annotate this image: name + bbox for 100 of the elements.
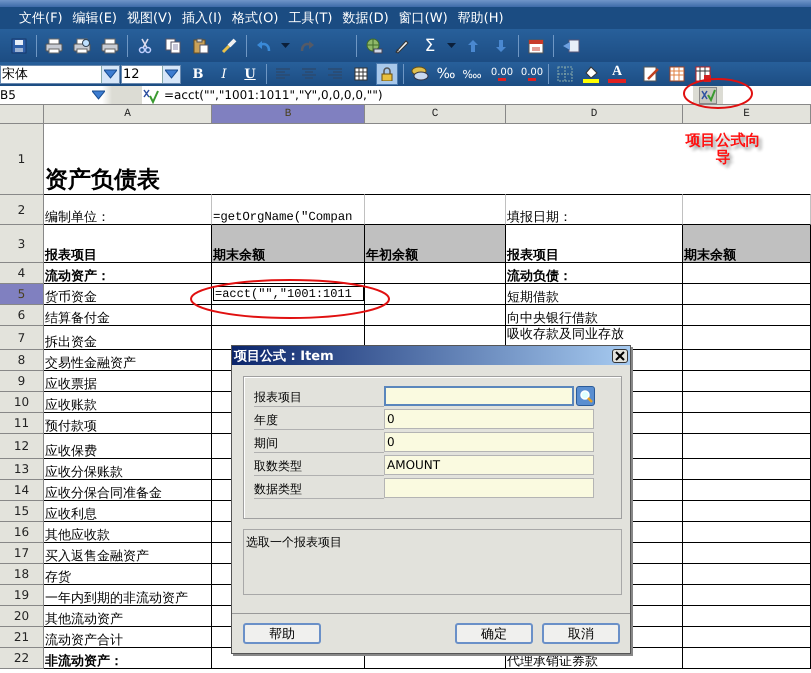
row-header[interactable]: 22: [0, 648, 44, 669]
input-field[interactable]: 0: [384, 409, 594, 429]
menu-item[interactable]: 编辑(E): [70, 9, 124, 27]
pencil-icon[interactable]: [394, 38, 410, 54]
add-decimal-button[interactable]: 0.00: [490, 68, 514, 80]
row-header[interactable]: 3: [0, 225, 44, 263]
export-icon[interactable]: [562, 38, 580, 54]
table-cell: 货币资金: [44, 284, 212, 305]
row-header[interactable]: 11: [0, 413, 44, 434]
table-cell: 其他流动资产: [44, 606, 212, 627]
menu-item[interactable]: 格式(O): [229, 9, 286, 27]
input-field[interactable]: AMOUNT: [384, 455, 594, 475]
dropdown-icon[interactable]: [165, 69, 178, 79]
column-header[interactable]: E: [683, 105, 811, 124]
row-header[interactable]: 4: [0, 263, 44, 284]
edit-icon[interactable]: [643, 66, 659, 82]
row-header[interactable]: 7: [0, 326, 44, 350]
input-field[interactable]: [384, 478, 594, 498]
row-header[interactable]: 21: [0, 627, 44, 648]
formula-field[interactable]: =acct("","1001:1011","Y",0,0,0,0,""): [164, 88, 693, 102]
close-button[interactable]: [612, 348, 628, 362]
globe-icon[interactable]: [365, 38, 383, 54]
cut-icon[interactable]: [138, 38, 152, 54]
input-field[interactable]: 0: [384, 432, 594, 452]
underline-button[interactable]: U: [244, 66, 256, 82]
menu-item[interactable]: 视图(V): [124, 9, 180, 27]
dialog-button[interactable]: 确定: [455, 623, 533, 644]
dialog-button[interactable]: 取消: [542, 623, 620, 644]
row-header[interactable]: 16: [0, 522, 44, 543]
row-header[interactable]: 17: [0, 543, 44, 564]
column-header[interactable]: A: [44, 105, 212, 124]
table-cell: 结算备付金: [44, 305, 212, 326]
cell-editor[interactable]: =acct("","1001:1011: [213, 286, 364, 301]
calendar-icon[interactable]: [528, 38, 544, 54]
table-cell: 存货: [44, 564, 212, 585]
bold-button[interactable]: B: [192, 66, 204, 82]
row-header[interactable]: 10: [0, 392, 44, 413]
row-header[interactable]: 19: [0, 585, 44, 606]
permille-button[interactable]: ‱: [462, 68, 482, 80]
menu-item[interactable]: 文件(F): [16, 9, 70, 27]
menu-item[interactable]: 数据(D): [340, 9, 396, 27]
dropdown-icon[interactable]: [104, 69, 117, 79]
row-header[interactable]: 18: [0, 564, 44, 585]
remove-decimal-button[interactable]: 0.00: [520, 68, 544, 80]
menu-item[interactable]: 插入(I): [179, 9, 230, 27]
menu-item[interactable]: 帮助(H): [454, 9, 511, 27]
printer-icon[interactable]: [45, 38, 63, 54]
print-preview-icon[interactable]: [73, 38, 91, 54]
lock-button[interactable]: [376, 63, 398, 85]
row-header[interactable]: 14: [0, 480, 44, 501]
table-cell: 应收分保账款: [44, 459, 212, 480]
copy-icon[interactable]: [165, 38, 181, 54]
table-cell: 应收利息: [44, 501, 212, 522]
table-cell: 其他应收款: [44, 522, 212, 543]
row-header[interactable]: 1: [0, 124, 44, 195]
sum-button[interactable]: Σ: [424, 36, 436, 54]
printer-icon[interactable]: [101, 38, 119, 54]
select-all-button[interactable]: [0, 105, 44, 124]
table-icon[interactable]: [695, 66, 711, 82]
fill-color-icon[interactable]: [582, 65, 600, 83]
row-header[interactable]: 2: [0, 195, 44, 225]
currency-icon[interactable]: [410, 65, 430, 83]
font-dropdown[interactable]: 宋体: [0, 64, 120, 84]
formula-wizard-icon[interactable]: [699, 86, 717, 104]
column-header[interactable]: C: [365, 105, 506, 124]
row-header[interactable]: 6: [0, 305, 44, 326]
dropdown-icon[interactable]: [92, 90, 105, 100]
cell-reference[interactable]: B5: [0, 88, 92, 102]
sheet-title: 资产负债表: [44, 124, 212, 195]
input-field[interactable]: [384, 386, 574, 406]
row-header[interactable]: 12: [0, 434, 44, 459]
lookup-button[interactable]: [576, 386, 595, 406]
percent-button[interactable]: ‰: [436, 66, 456, 82]
paste-icon[interactable]: [193, 38, 209, 54]
table-icon[interactable]: [669, 66, 685, 82]
table-cell: 编制单位：: [44, 195, 212, 225]
grid-icon[interactable]: [354, 67, 368, 81]
table-cell: 预付款项: [44, 413, 212, 434]
row-header[interactable]: 20: [0, 606, 44, 627]
dialog-button[interactable]: 帮助: [243, 623, 321, 644]
table-cell: 应收保费: [44, 434, 212, 459]
italic-button[interactable]: I: [221, 66, 227, 82]
annotation-text: 项目公式向导: [684, 132, 762, 166]
save-icon[interactable]: [11, 38, 27, 54]
function-icon[interactable]: [142, 86, 160, 104]
table-cell: 交易性金融资产: [44, 350, 212, 371]
row-header[interactable]: 8: [0, 350, 44, 371]
table-cell: 拆出资金: [44, 326, 212, 350]
row-header[interactable]: 9: [0, 371, 44, 392]
table-cell: 流动资产合计: [44, 627, 212, 648]
font-size-dropdown[interactable]: 12: [121, 64, 181, 84]
row-header[interactable]: 13: [0, 459, 44, 480]
menu-item[interactable]: 工具(T): [285, 9, 340, 27]
border-icon[interactable]: [557, 66, 573, 82]
menu-item[interactable]: 窗口(W): [396, 9, 455, 27]
column-header[interactable]: D: [506, 105, 683, 124]
row-header[interactable]: 15: [0, 501, 44, 522]
lock-icon: [380, 67, 394, 81]
brush-icon[interactable]: [221, 38, 237, 54]
font-color-button[interactable]: A: [608, 65, 626, 83]
